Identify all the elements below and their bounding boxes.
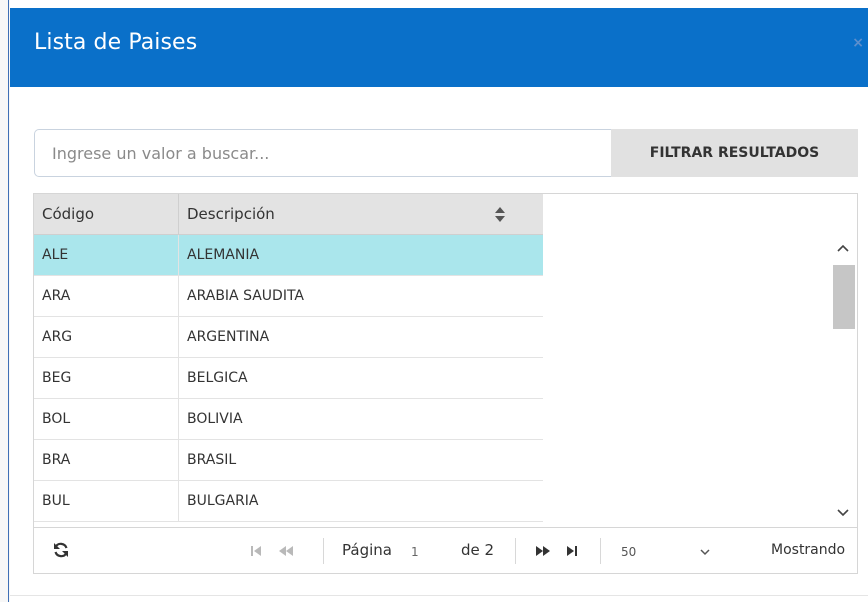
table-row[interactable]: BEG BELGICA [34,358,543,399]
search-input[interactable] [34,129,612,177]
filter-results-button[interactable]: FILTRAR RESULTADOS [611,129,858,177]
pager-separator [515,538,516,564]
chevron-up-icon[interactable] [834,241,852,255]
cell-description: ALEMANIA [187,247,260,263]
cell-description: ARABIA SAUDITA [187,288,304,304]
table-row[interactable]: ARG ARGENTINA [34,317,543,358]
cell-code: ARA [34,276,179,316]
modal-footer-divider [10,595,868,596]
last-page-icon[interactable] [562,540,582,562]
cell-code: ALE [34,235,179,275]
chevron-down-icon [700,549,710,556]
column-header-description[interactable]: Descripción [179,194,543,234]
cell-description: BULGARIA [187,493,259,509]
table-row[interactable]: BUL BULGARIA [34,481,543,522]
cell-code: BOL [34,399,179,439]
cell-description: BELGICA [187,370,248,386]
modal-header: Lista de Paises × [10,8,868,87]
column-header-code[interactable]: Código [34,194,179,234]
table-row[interactable]: ALE ALEMANIA [34,235,543,276]
countries-modal: Lista de Paises × FILTRAR RESULTADOS Cód… [10,0,868,602]
pager-separator [600,538,601,564]
table-row[interactable]: ARA ARABIA SAUDITA [34,276,543,317]
scrollbar-thumb[interactable] [833,265,855,329]
first-page-icon[interactable] [246,540,266,562]
close-icon[interactable]: × [852,35,864,51]
grid-rows: ALE ALEMANIA ARA ARABIA SAUDITA ARG ARGENTINA… [34,235,543,526]
cell-code: BUL [34,481,179,521]
modal-title: Lista de Paises [34,30,198,55]
page-size-select[interactable]: 50 [619,538,719,566]
countries-grid: Código Descripción ALE ALEMANIA ARA ARABIA … [33,193,858,574]
cell-description: BOLIVIA [187,411,243,427]
table-row[interactable]: BOL BOLIVIA [34,399,543,440]
column-header-description-label: Descripción [187,205,275,223]
vertical-scrollbar[interactable] [830,235,857,526]
page-number-input[interactable] [408,538,456,566]
pager-separator [323,538,324,564]
chevron-down-icon[interactable] [834,506,852,520]
refresh-icon[interactable] [52,541,70,559]
page-label: Página [342,541,392,559]
cell-description: ARGENTINA [187,329,270,345]
grid-header: Código Descripción [34,194,543,235]
grid-pager: Página de 2 50 Mostrando [34,527,857,573]
table-row[interactable]: BRA BRASIL [34,440,543,481]
cell-code: BRA [34,440,179,480]
records-summary: Mostrando [771,542,846,558]
cell-description: BRASIL [187,452,237,468]
total-pages-label: de 2 [461,541,495,559]
page-size-value: 50 [621,545,637,559]
sort-icon[interactable] [495,207,505,223]
background-page-edge [0,0,10,602]
next-page-icon[interactable] [533,540,553,562]
prev-page-icon[interactable] [276,540,296,562]
cell-code: BEG [34,358,179,398]
cell-code: ARG [34,317,179,357]
